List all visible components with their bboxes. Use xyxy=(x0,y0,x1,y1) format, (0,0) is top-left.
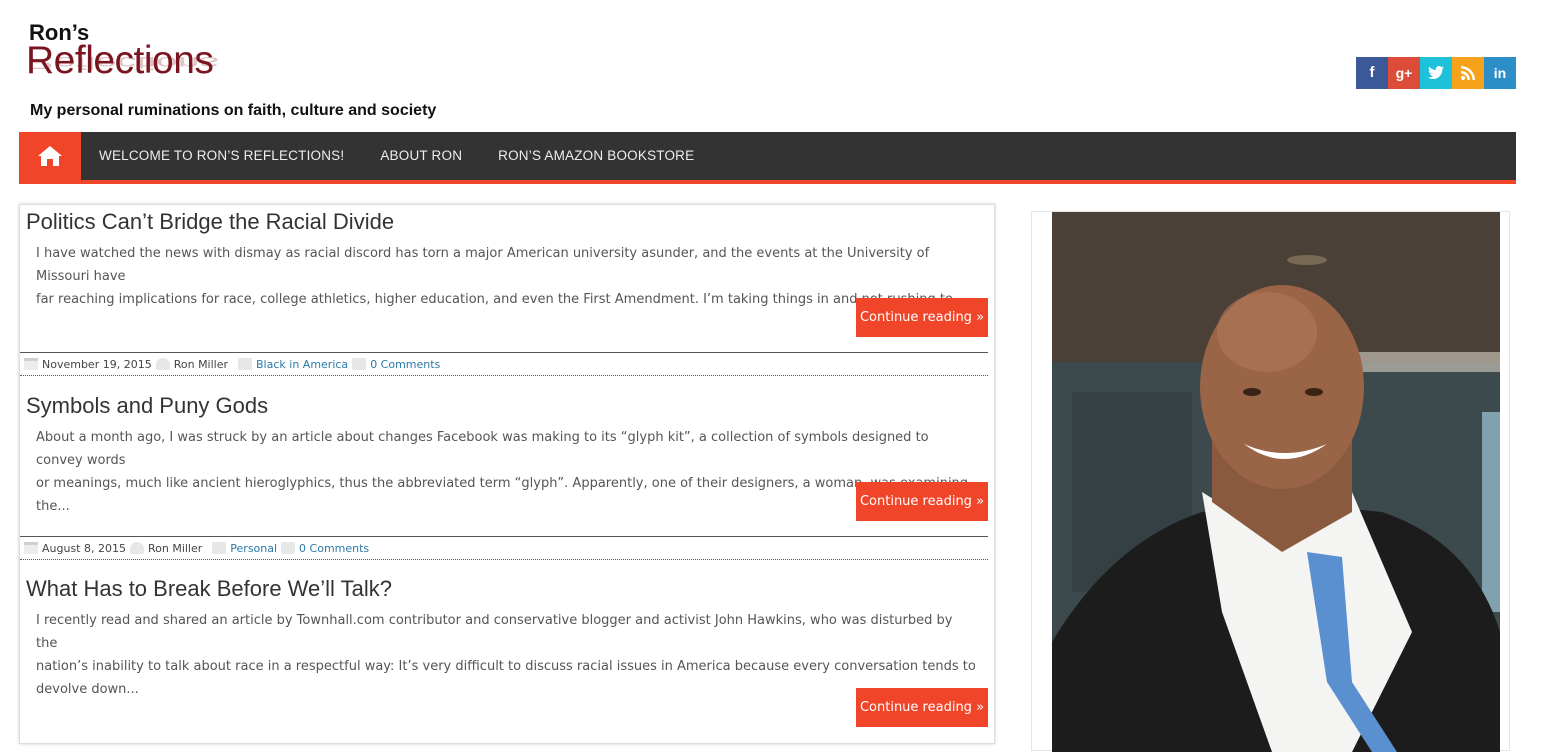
site-logo[interactable]: Ron’s Reflections Reflections xyxy=(26,22,286,96)
home-icon xyxy=(38,146,62,166)
sidebar xyxy=(1031,211,1510,752)
post-author: Ron Miller xyxy=(147,541,203,555)
google-plus-icon[interactable]: g+ xyxy=(1388,57,1420,89)
user-icon xyxy=(129,542,144,554)
author-photo xyxy=(1052,212,1500,752)
folder-icon xyxy=(212,542,227,554)
continue-reading-button[interactable]: Continue reading » xyxy=(856,688,988,727)
folder-icon xyxy=(238,358,253,370)
comment-icon xyxy=(352,358,367,370)
site-header: Ron’s Reflections Reflections My persona… xyxy=(0,0,1549,132)
user-icon xyxy=(155,358,170,370)
post-author: Ron Miller xyxy=(173,357,229,371)
post-title[interactable]: Politics Can’t Bridge the Racial Divide xyxy=(26,209,394,235)
post-meta: November 19, 2015 Ron Miller Black in Am… xyxy=(20,352,988,376)
post-excerpt: About a month ago, I was struck by an ar… xyxy=(36,426,976,518)
post-meta: August 8, 2015 Ron Miller Personal 0 Com… xyxy=(20,536,988,560)
post-comments-link[interactable]: 0 Comments xyxy=(299,542,369,555)
post-date: November 19, 2015 xyxy=(42,357,152,371)
home-button[interactable] xyxy=(19,132,81,180)
nav-item-bookstore[interactable]: RON’S AMAZON BOOKSTORE xyxy=(480,132,712,180)
main-nav: WELCOME TO RON’S REFLECTIONS! ABOUT RON … xyxy=(19,132,1516,184)
excerpt-line: About a month ago, I was struck by an ar… xyxy=(36,430,929,468)
excerpt-line: far reaching implications for race, coll… xyxy=(36,292,966,307)
post-comments-link[interactable]: 0 Comments xyxy=(370,358,440,371)
nav-item-welcome[interactable]: WELCOME TO RON’S REFLECTIONS! xyxy=(81,132,362,180)
facebook-icon[interactable]: f xyxy=(1356,57,1388,89)
twitter-icon[interactable] xyxy=(1420,57,1452,89)
post-category-link[interactable]: Personal xyxy=(230,542,277,555)
excerpt-line: I have watched the news with dismay as r… xyxy=(36,246,930,284)
continue-reading-button[interactable]: Continue reading » xyxy=(856,482,988,521)
excerpt-line: devolve down... xyxy=(36,682,139,697)
post-excerpt: I have watched the news with dismay as r… xyxy=(36,242,976,311)
post-title[interactable]: What Has to Break Before We’ll Talk? xyxy=(26,576,392,602)
site-tagline: My personal ruminations on faith, cultur… xyxy=(30,102,437,119)
comment-icon xyxy=(281,542,296,554)
nav-item-about[interactable]: ABOUT RON xyxy=(362,132,480,180)
post-excerpt: I recently read and shared an article by… xyxy=(36,609,976,701)
post-date: August 8, 2015 xyxy=(42,541,126,555)
calendar-icon xyxy=(24,542,38,554)
post-category-link[interactable]: Black in America xyxy=(256,358,348,371)
excerpt-line: I recently read and shared an article by… xyxy=(36,613,953,651)
nav-menu: WELCOME TO RON’S REFLECTIONS! ABOUT RON … xyxy=(81,132,712,180)
social-links: f g+ in xyxy=(1356,57,1516,89)
post-title[interactable]: Symbols and Puny Gods xyxy=(26,393,268,419)
continue-reading-button[interactable]: Continue reading » xyxy=(856,298,988,337)
calendar-icon xyxy=(24,358,38,370)
rss-icon[interactable] xyxy=(1452,57,1484,89)
excerpt-line: or meanings, much like ancient hieroglyp… xyxy=(36,476,969,514)
logo-reflection: Reflections xyxy=(26,53,219,73)
excerpt-line: nation’s inability to talk about race in… xyxy=(36,659,976,674)
post-list: Politics Can’t Bridge the Racial Divide … xyxy=(19,204,995,744)
linkedin-icon[interactable]: in xyxy=(1484,57,1516,89)
